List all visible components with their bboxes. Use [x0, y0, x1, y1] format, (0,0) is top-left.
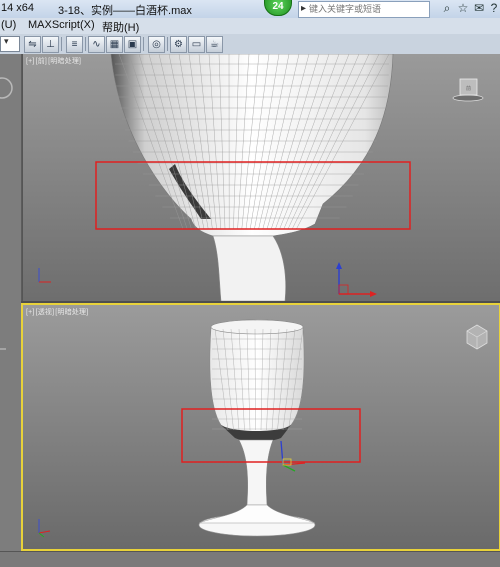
viewcube-icon[interactable] — [467, 325, 487, 349]
perspective-viewport[interactable]: [+][透视][明暗处理] — [21, 303, 500, 551]
search-input[interactable] — [309, 3, 425, 15]
title-bar: 14 x64 3-18、实例——白酒杯.max 24 ▸ ⌕ ☆ ✉ ? — [0, 0, 500, 19]
world-axis-icon — [39, 268, 51, 282]
selection-set-dropdown[interactable]: ▾ — [0, 36, 20, 52]
side-nav-circle-icon[interactable] — [0, 54, 21, 566]
transform-gizmo-icon[interactable] — [281, 441, 305, 471]
teapot-icon[interactable]: ☕ — [206, 36, 223, 53]
perspective-wireframe-glass — [23, 305, 499, 549]
world-axis-icon — [39, 519, 50, 537]
rendered-frame-icon[interactable]: ▭ — [188, 36, 205, 53]
toolbar-divider — [143, 37, 144, 51]
binoculars-icon[interactable]: ⌕ — [440, 1, 454, 16]
align-icon[interactable]: ⊥ — [42, 36, 59, 53]
render-setup-icon[interactable]: ⚙ — [170, 36, 187, 53]
help-icon[interactable]: ? — [487, 1, 500, 16]
material-editor-icon[interactable]: ▣ — [124, 36, 141, 53]
status-bar — [0, 551, 500, 567]
menu-item-customize[interactable]: (U) — [1, 19, 16, 31]
main-toolbar: ▾ ⇋ ⊥ ≡ ∿ ▦ ▣ ◎ ⚙ ▭ ☕ — [0, 34, 500, 55]
menu-item-help[interactable]: 帮助(H) — [102, 19, 139, 35]
front-wireframe-glass: 前 — [23, 54, 500, 301]
search-arrow-icon[interactable]: ▸ — [301, 3, 306, 14]
communication-center-icon[interactable]: ✉ — [472, 1, 486, 16]
left-panel-strip — [0, 54, 22, 566]
favorites-icon[interactable]: ☆ — [456, 1, 470, 16]
layer-manager-icon[interactable]: ≡ — [66, 36, 83, 53]
chevron-down-icon: ▾ — [4, 36, 9, 47]
curve-editor-icon[interactable]: ∿ — [88, 36, 105, 53]
front-viewport[interactable]: [+][前][明暗处理] 前 — [22, 54, 500, 301]
mirror-icon[interactable]: ⇋ — [24, 36, 41, 53]
material-sphere-icon[interactable]: ◎ — [148, 36, 165, 53]
menu-bar: (U) MAXScript(X) 帮助(H) — [0, 18, 500, 35]
schematic-view-icon[interactable]: ▦ — [106, 36, 123, 53]
toolbar-divider — [85, 37, 86, 51]
transform-gizmo-icon[interactable] — [336, 262, 377, 297]
toolbar-divider — [61, 37, 62, 51]
menu-item-maxscript[interactable]: MAXScript(X) — [28, 19, 95, 31]
svg-text:前: 前 — [466, 85, 471, 92]
app-version-label: 14 x64 — [1, 2, 34, 14]
search-box[interactable]: ▸ — [298, 1, 430, 18]
viewcube-icon[interactable]: 前 — [453, 79, 483, 101]
toolbar-divider — [167, 37, 168, 51]
document-title: 3-18、实例——白酒杯.max — [58, 2, 192, 18]
notification-badge[interactable]: 24 — [264, 0, 292, 16]
